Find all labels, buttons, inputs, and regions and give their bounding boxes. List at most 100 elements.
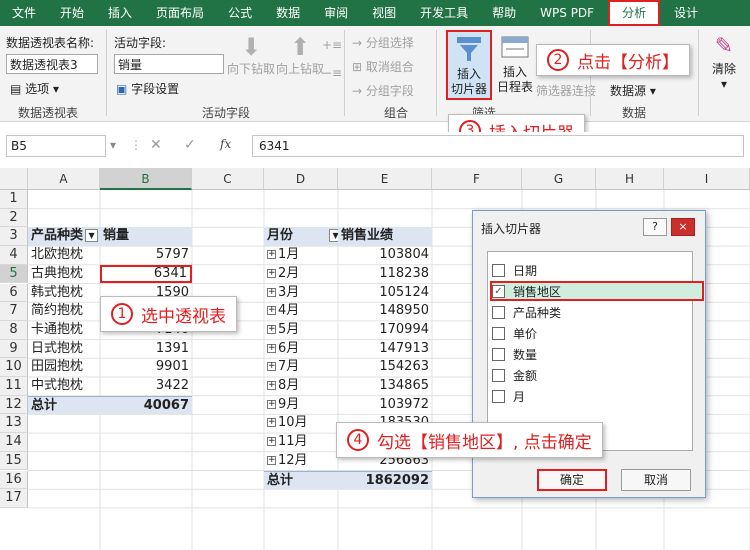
column-header-h[interactable]: H bbox=[596, 168, 664, 190]
row-header[interactable]: 17 bbox=[0, 489, 28, 508]
column-header-a[interactable]: A bbox=[28, 168, 100, 190]
tab-analyze[interactable]: 分析 bbox=[608, 0, 661, 26]
expand-icon[interactable]: + bbox=[267, 306, 276, 316]
slicer-field-option[interactable]: ✓ 销售地区 bbox=[490, 281, 704, 301]
slicer-field-option[interactable]: 数量 bbox=[492, 344, 537, 364]
pivot2-row-value[interactable]: 147913 bbox=[338, 340, 432, 359]
row-header[interactable]: 8 bbox=[0, 320, 28, 340]
pivot1-row-label[interactable]: 简约抱枕 bbox=[28, 302, 100, 321]
tab-page-layout[interactable]: 页面布局 bbox=[144, 0, 216, 26]
field-settings-button[interactable]: ▣ 字段设置 bbox=[116, 80, 179, 97]
insert-slicer-button[interactable]: 插入 切片器 bbox=[446, 30, 492, 100]
checkbox[interactable] bbox=[492, 305, 505, 319]
collapse-field-icon[interactable]: −≡ bbox=[322, 66, 342, 80]
expand-icon[interactable]: + bbox=[267, 418, 276, 428]
pivot-name-input[interactable]: 数据透视表3 bbox=[6, 54, 98, 74]
options-button[interactable]: ▤ 选项 ▾ bbox=[10, 80, 59, 97]
checkbox[interactable] bbox=[492, 368, 505, 382]
pivot2-row-label[interactable]: +2月 bbox=[264, 265, 338, 284]
tab-home[interactable]: 开始 bbox=[48, 0, 96, 26]
pivot2-row-value[interactable]: 154263 bbox=[338, 358, 432, 377]
pivot1-header-category[interactable]: 产品种类 ▼ bbox=[28, 227, 100, 247]
column-header-g[interactable]: G bbox=[522, 168, 596, 190]
group-field-button[interactable]: → 分组字段 bbox=[352, 82, 414, 99]
group-selection-button[interactable]: → 分组选择 bbox=[352, 34, 414, 51]
checkbox[interactable] bbox=[492, 347, 505, 361]
drill-up-button[interactable]: ⬆ 向上钻取 bbox=[276, 32, 324, 77]
pivot2-row-label[interactable]: +11月 bbox=[264, 433, 338, 452]
row-header[interactable]: 16 bbox=[0, 470, 28, 490]
slicer-field-option[interactable]: 月 bbox=[492, 386, 525, 406]
expand-field-icon[interactable]: +≡ bbox=[322, 38, 342, 52]
pivot1-row-label[interactable]: 北欧抱枕 bbox=[28, 246, 100, 265]
pivot1-row-value[interactable]: 6341 bbox=[100, 264, 192, 284]
slicer-field-option[interactable]: 日期 bbox=[492, 260, 537, 280]
tab-insert[interactable]: 插入 bbox=[96, 0, 144, 26]
pivot1-row-value[interactable]: 3422 bbox=[100, 377, 192, 396]
column-header-f[interactable]: F bbox=[432, 168, 522, 190]
row-header[interactable]: 6 bbox=[0, 283, 28, 303]
close-button[interactable]: × bbox=[671, 218, 695, 236]
help-button[interactable]: ? bbox=[643, 218, 667, 236]
tab-file[interactable]: 文件 bbox=[0, 0, 48, 26]
pivot2-row-label[interactable]: +4月 bbox=[264, 302, 338, 321]
expand-icon[interactable]: + bbox=[267, 362, 276, 372]
pivot2-row-label[interactable]: +8月 bbox=[264, 377, 338, 396]
expand-icon[interactable]: + bbox=[267, 455, 276, 465]
fx-icon[interactable]: fx bbox=[220, 137, 231, 151]
column-header-c[interactable]: C bbox=[192, 168, 264, 190]
column-header-e[interactable]: E bbox=[338, 168, 432, 190]
tab-developer[interactable]: 开发工具 bbox=[408, 0, 480, 26]
pivot2-row-label[interactable]: +3月 bbox=[264, 284, 338, 303]
pivot2-row-value[interactable]: 105124 bbox=[338, 284, 432, 303]
expand-icon[interactable]: + bbox=[267, 437, 276, 447]
pivot2-row-value[interactable]: 103972 bbox=[338, 396, 432, 415]
pivot2-header-month[interactable]: 月份 ▼ bbox=[264, 227, 338, 247]
tab-help[interactable]: 帮助 bbox=[480, 0, 528, 26]
pivot2-row-label[interactable]: +7月 bbox=[264, 358, 338, 377]
pivot1-row-label[interactable]: 日式抱枕 bbox=[28, 340, 100, 359]
active-field-input[interactable]: 销量 bbox=[114, 54, 224, 74]
row-header[interactable]: 1 bbox=[0, 190, 28, 209]
row-header[interactable]: 10 bbox=[0, 358, 28, 377]
tab-design[interactable]: 设计 bbox=[662, 0, 710, 26]
row-header[interactable]: 7 bbox=[0, 302, 28, 321]
expand-icon[interactable]: + bbox=[267, 268, 276, 278]
row-header[interactable]: 4 bbox=[0, 246, 28, 265]
pivot1-row-label[interactable]: 古典抱枕 bbox=[28, 265, 100, 284]
filter-connections-button[interactable]: 筛选器连接 bbox=[536, 82, 596, 99]
expand-icon[interactable]: + bbox=[267, 381, 276, 390]
pivot2-row-label[interactable]: +1月 bbox=[264, 246, 338, 265]
ok-button[interactable]: 确定 bbox=[537, 469, 607, 491]
tab-view[interactable]: 视图 bbox=[360, 0, 408, 26]
cancel-icon[interactable]: ✕ bbox=[150, 137, 162, 153]
pivot1-row-label[interactable]: 韩式抱枕 bbox=[28, 284, 100, 303]
tab-wps-pdf[interactable]: WPS PDF bbox=[528, 0, 606, 26]
pivot2-row-label[interactable]: +6月 bbox=[264, 340, 338, 359]
column-header-b[interactable]: B bbox=[100, 168, 192, 190]
cancel-button[interactable]: 取消 bbox=[621, 469, 691, 491]
tab-review[interactable]: 审阅 bbox=[312, 0, 360, 26]
expand-icon[interactable]: + bbox=[267, 324, 276, 334]
pivot2-row-value[interactable]: 134865 bbox=[338, 377, 432, 396]
pivot1-row-value[interactable]: 5797 bbox=[100, 246, 192, 265]
tab-formulas[interactable]: 公式 bbox=[216, 0, 264, 26]
pivot1-row-label[interactable]: 田园抱枕 bbox=[28, 358, 100, 377]
clear-button[interactable]: ✎ 清除 ▾ bbox=[704, 32, 744, 92]
row-header[interactable]: 15 bbox=[0, 451, 28, 471]
formula-input[interactable]: 6341 bbox=[252, 135, 744, 157]
pivot2-row-value[interactable]: 170994 bbox=[338, 321, 432, 340]
more-options-icon[interactable]: ⋮ bbox=[130, 138, 142, 152]
pivot2-row-label[interactable]: +5月 bbox=[264, 321, 338, 340]
pivot2-row-value[interactable]: 103804 bbox=[338, 246, 432, 265]
tab-data[interactable]: 数据 bbox=[264, 0, 312, 26]
pivot2-row-value[interactable]: 118238 bbox=[338, 265, 432, 284]
pivot1-row-label[interactable]: 卡通抱枕 bbox=[28, 321, 100, 340]
select-all-corner[interactable] bbox=[0, 168, 28, 190]
name-box[interactable]: B5 bbox=[6, 135, 106, 157]
pivot2-row-label[interactable]: +12月 bbox=[264, 452, 338, 471]
row-header[interactable]: 2 bbox=[0, 208, 28, 228]
data-source-button[interactable]: 数据源 ▾ bbox=[610, 82, 656, 99]
filter-dropdown-icon[interactable]: ▼ bbox=[329, 229, 338, 243]
pivot1-row-value[interactable]: 1391 bbox=[100, 340, 192, 359]
